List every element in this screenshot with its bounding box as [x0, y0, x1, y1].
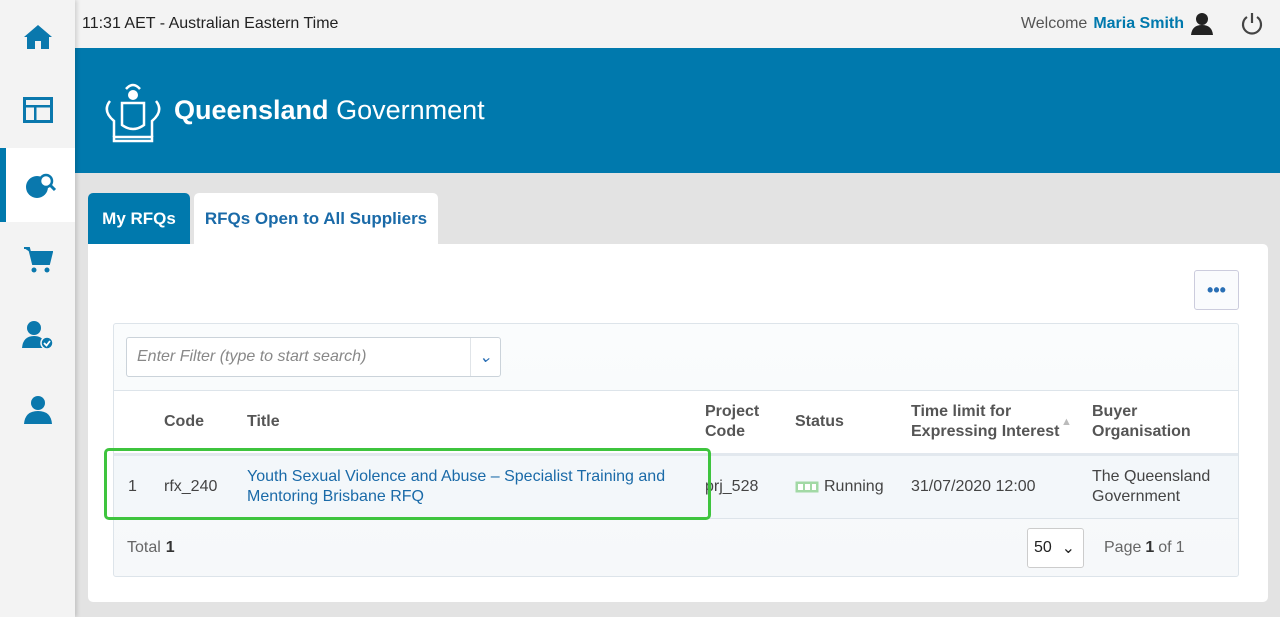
sidebar-item-home[interactable] [0, 0, 75, 74]
total-count: Total 1 [127, 539, 175, 556]
user-welcome: Welcome Maria Smith [1021, 0, 1264, 48]
table-footer: Total 1 50 ⌄ Page 1 of 1 [114, 519, 1238, 577]
user-check-icon [21, 321, 54, 350]
sidebar-item-profile[interactable] [0, 373, 75, 447]
rfq-panel: ••• Enter Filter (type to start search) … [88, 244, 1268, 602]
user-icon [23, 396, 52, 424]
col-title[interactable]: Title [247, 391, 280, 453]
col-status[interactable]: Status [795, 391, 844, 453]
chevron-down-icon: ⌄ [1061, 540, 1075, 557]
sidebar-item-user-verified[interactable] [0, 298, 75, 372]
sidebar-item-search-rfqs[interactable] [0, 148, 75, 222]
user-icon[interactable] [1190, 12, 1214, 36]
user-name-link[interactable]: Maria Smith [1093, 15, 1184, 33]
col-buyer[interactable]: Buyer Organisation [1092, 391, 1212, 453]
sidebar-item-dashboard[interactable] [0, 73, 75, 147]
filter-placeholder: Enter Filter (type to start search) [137, 348, 367, 365]
tab-my-rfqs[interactable]: My RFQs [88, 193, 190, 244]
row-time-limit: 31/07/2020 12:00 [911, 478, 1036, 495]
page-size-select[interactable]: 50 ⌄ [1027, 528, 1084, 568]
layout-icon [22, 97, 53, 123]
sidebar [0, 0, 75, 617]
logo-text: Queensland Government [174, 95, 485, 125]
table-header: Code Title Project Code Status Time limi… [114, 390, 1238, 456]
pagination-info: Page 1 of 1 [1104, 539, 1185, 556]
timezone-label: 11:31 AET - Australian Eastern Time [82, 15, 339, 32]
chevron-down-icon[interactable]: ⌄ [470, 338, 500, 376]
tab-rfqs-open-to-all[interactable]: RFQs Open to All Suppliers [194, 193, 438, 244]
sort-asc-icon[interactable]: ▲ [1061, 391, 1072, 453]
header-banner: Queensland Government [75, 48, 1280, 173]
row-buyer: The Queensland Government [1092, 468, 1211, 505]
col-project-code[interactable]: Project Code [705, 391, 775, 453]
coat-of-arms-logo [105, 83, 161, 142]
row-status: Running [795, 456, 884, 518]
battery-status-icon [795, 481, 819, 493]
col-code[interactable]: Code [164, 391, 204, 453]
power-icon[interactable] [1240, 12, 1264, 36]
cart-icon [23, 247, 53, 273]
welcome-label: Welcome [1020, 15, 1088, 32]
more-options-button[interactable]: ••• [1194, 270, 1239, 310]
top-bar: 11:31 AET - Australian Eastern Time Welc… [75, 0, 1280, 48]
filter-input[interactable]: Enter Filter (type to start search) ⌄ [126, 337, 501, 377]
col-time-limit[interactable]: Time limit for Expressing Interest [911, 391, 1061, 453]
row-highlight-box [104, 448, 711, 520]
row-project-code: prj_528 [705, 478, 759, 495]
sidebar-item-cart[interactable] [0, 223, 75, 297]
home-icon [23, 25, 52, 49]
globe-search-icon [25, 173, 56, 198]
